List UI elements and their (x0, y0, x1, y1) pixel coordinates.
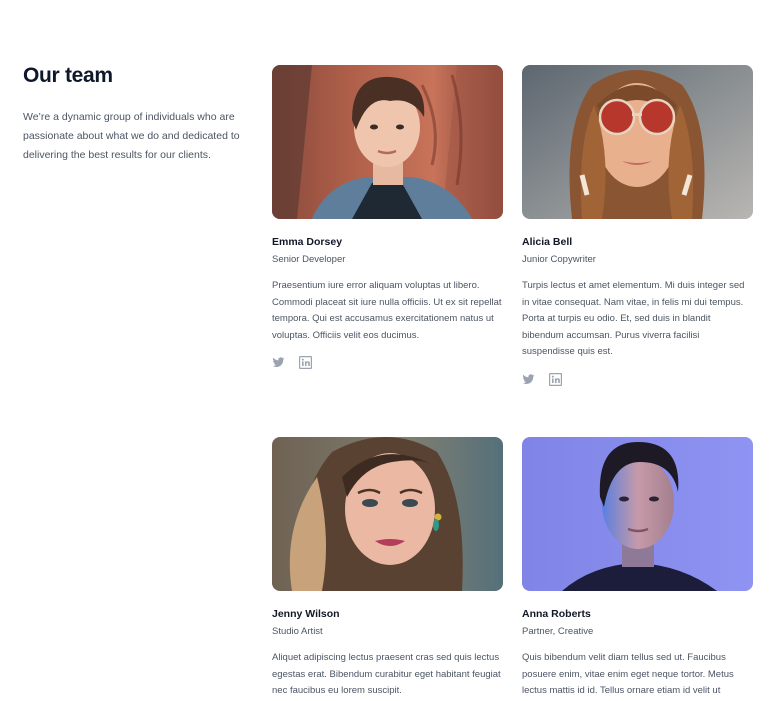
team-photo (272, 65, 503, 219)
member-name: Alicia Bell (522, 236, 573, 248)
team-intro: Our team We’re a dynamic group of indivi… (23, 62, 248, 165)
portrait-image (522, 437, 753, 591)
member-role: Senior Developer (272, 254, 346, 265)
social-links (522, 372, 753, 386)
team-card-emma-dorsey: Emma Dorsey Senior Developer Praesentium… (272, 65, 503, 369)
section-title: Our team (23, 64, 113, 87)
member-bio: Quis bibendum velit diam tellus sed ut. … (522, 652, 734, 696)
linkedin-icon[interactable] (299, 356, 312, 369)
team-photo (272, 437, 503, 591)
member-role: Junior Copywriter (522, 254, 596, 265)
member-name: Jenny Wilson (272, 608, 340, 620)
member-role: Partner, Creative (522, 626, 594, 637)
social-links (272, 356, 503, 369)
team-photo (522, 65, 753, 219)
team-photo (522, 437, 753, 591)
section-description: We’re a dynamic group of individuals who… (23, 111, 240, 161)
member-bio: Praesentium iure error aliquam voluptas … (272, 280, 502, 341)
team-section: Our team We’re a dynamic group of indivi… (0, 0, 775, 701)
member-role: Studio Artist (272, 626, 323, 637)
twitter-icon[interactable] (522, 373, 535, 386)
team-card-alicia-bell: Alicia Bell Junior Copywriter Turpis lec… (522, 65, 753, 386)
member-bio: Aliquet adipiscing lectus praesent cras … (272, 652, 501, 696)
twitter-icon[interactable] (272, 356, 285, 369)
member-bio: Turpis lectus et amet elementum. Mi duis… (522, 280, 745, 357)
team-card-jenny-wilson: Jenny Wilson Studio Artist Aliquet adipi… (272, 437, 503, 700)
linkedin-icon[interactable] (549, 372, 562, 386)
team-card-anna-roberts: Anna Roberts Partner, Creative Quis bibe… (522, 437, 753, 700)
portrait-image (522, 65, 753, 219)
portrait-image (272, 437, 503, 591)
portrait-image (272, 65, 503, 219)
member-name: Anna Roberts (522, 608, 591, 620)
member-name: Emma Dorsey (272, 236, 343, 248)
